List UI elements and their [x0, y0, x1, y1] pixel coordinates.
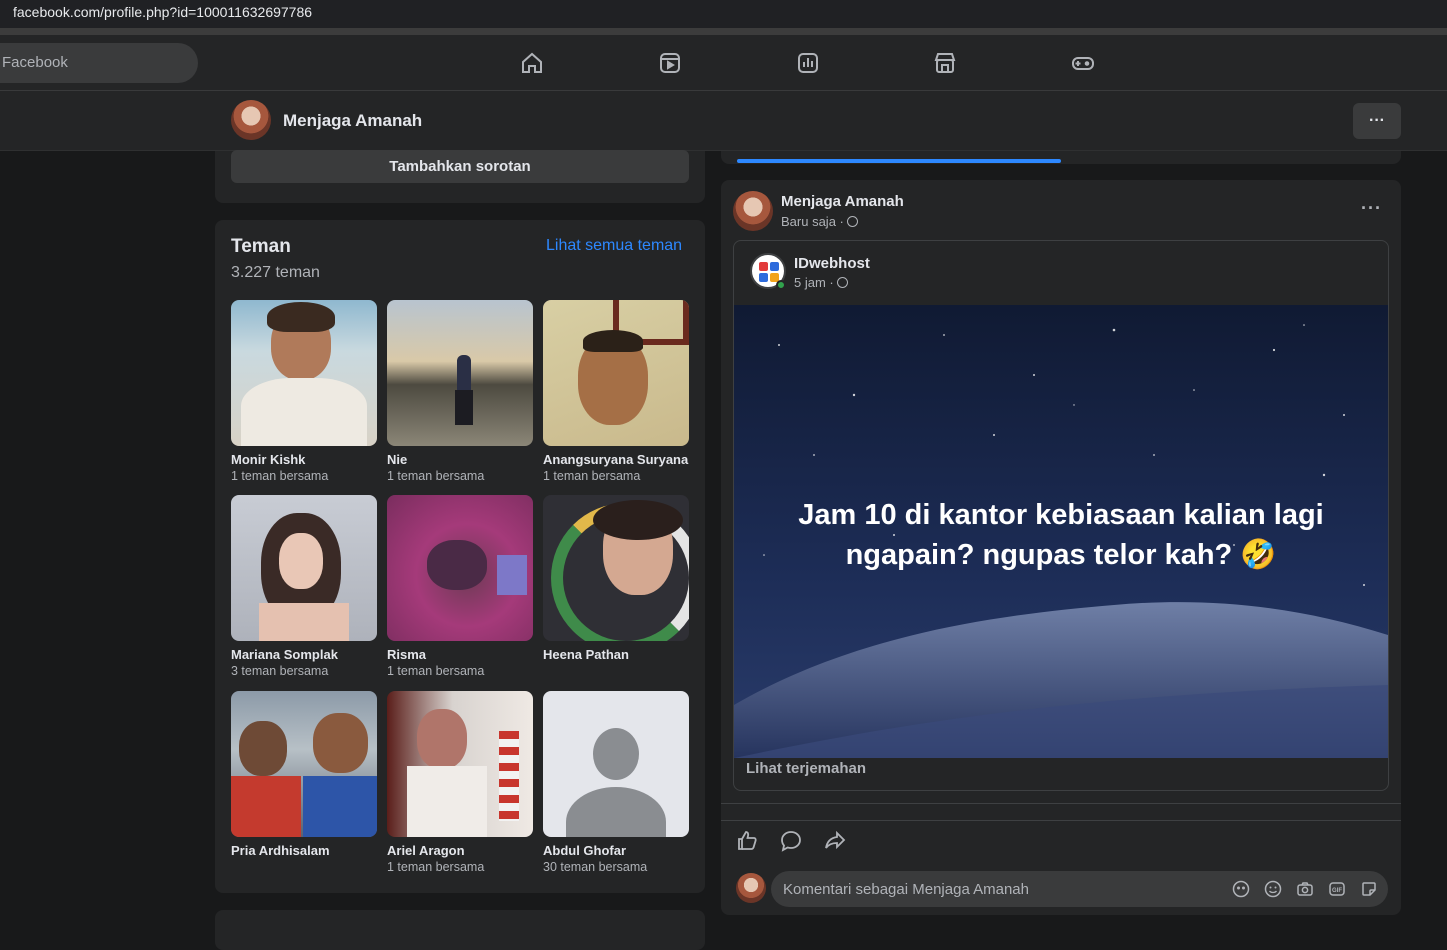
marketplace-icon[interactable]	[931, 49, 959, 77]
friend-mutual: 30 teman bersama	[543, 860, 648, 874]
shared-author-name[interactable]: IDwebhost	[794, 255, 870, 272]
post-options-icon[interactable]: ···	[1361, 198, 1382, 219]
shared-time-text[interactable]: 5 jam ·	[794, 275, 834, 290]
globe-icon	[836, 277, 848, 288]
search-placeholder: Facebook	[2, 54, 68, 71]
post-image[interactable]: Jam 10 di kantor kebiasaan kalian lagi n…	[734, 305, 1388, 758]
url-text[interactable]: facebook.com/profile.php?id=100011632697…	[13, 4, 312, 20]
post-time[interactable]: Baru saja ·	[781, 214, 858, 229]
friend-mutual: 1 teman bersama	[387, 664, 485, 678]
browser-url-bar[interactable]: facebook.com/profile.php?id=100011632697…	[0, 0, 1447, 30]
friend-tile[interactable]: Risma 1 teman bersama	[387, 495, 533, 678]
friend-mutual: 1 teman bersama	[387, 860, 485, 874]
divider	[721, 803, 1401, 804]
friend-tile[interactable]: Monir Kishk 1 teman bersama	[231, 300, 377, 483]
friend-tile[interactable]: Pria Ardhisalam	[231, 691, 377, 860]
post-time-text[interactable]: Baru saja ·	[781, 214, 844, 229]
profile-name[interactable]: Menjaga Amanah	[283, 111, 422, 131]
friend-photo[interactable]	[387, 300, 533, 446]
commenter-avatar[interactable]	[736, 873, 766, 903]
avatar-sticker-icon[interactable]	[1232, 880, 1250, 898]
more-button[interactable]: ···	[1353, 103, 1401, 139]
friend-name[interactable]: Monir Kishk	[231, 452, 377, 467]
friends-count: 3.227 teman	[231, 264, 320, 281]
see-all-friends-link[interactable]: Lihat semua teman	[546, 237, 682, 255]
friend-mutual: 3 teman bersama	[231, 664, 329, 678]
post-author-avatar[interactable]	[733, 191, 773, 231]
friends-title: Teman	[231, 236, 291, 257]
post-author-name[interactable]: Menjaga Amanah	[781, 193, 904, 210]
friend-tile[interactable]: Ariel Aragon 1 teman bersama	[387, 691, 533, 874]
friend-tile[interactable]: Heena Pathan	[543, 495, 689, 664]
gaming-icon[interactable]	[1069, 49, 1097, 77]
browser-separator	[0, 28, 1447, 35]
video-icon[interactable]	[656, 49, 684, 77]
post-image-text: Jam 10 di kantor kebiasaan kalian lagi n…	[798, 499, 1324, 571]
active-tab-indicator	[737, 159, 1061, 163]
divider	[721, 820, 1401, 821]
camera-icon[interactable]	[1296, 880, 1314, 898]
profile-sticky-bar: Menjaga Amanah ···	[0, 91, 1447, 151]
friend-photo[interactable]	[231, 300, 377, 446]
emoji-icon[interactable]	[1264, 880, 1282, 898]
friend-name[interactable]: Heena Pathan	[543, 647, 689, 662]
friend-name[interactable]: Anangsuryana Suryana	[543, 452, 689, 467]
shared-post-time[interactable]: 5 jam ·	[794, 275, 848, 290]
friend-mutual: 1 teman bersama	[231, 469, 329, 483]
friend-mutual: 1 teman bersama	[387, 469, 485, 483]
search-input[interactable]: Facebook	[0, 43, 198, 83]
like-icon[interactable]	[735, 829, 759, 853]
friend-photo[interactable]	[231, 495, 377, 641]
sticker-icon[interactable]	[1360, 880, 1378, 898]
friend-name[interactable]: Nie	[387, 452, 533, 467]
gif-icon[interactable]: GIF	[1328, 880, 1346, 898]
next-section-card	[215, 910, 705, 950]
share-icon[interactable]	[823, 829, 847, 853]
friend-photo[interactable]	[543, 691, 689, 837]
friend-photo[interactable]	[231, 691, 377, 837]
top-navigation: Facebook	[0, 35, 1447, 91]
friend-name[interactable]: Abdul Ghofar	[543, 843, 689, 858]
friend-tile[interactable]: Abdul Ghofar 30 teman bersama	[543, 691, 689, 874]
comment-input[interactable]: Komentari sebagai Menjaga Amanah GIF	[771, 871, 1388, 907]
friend-tile[interactable]: Mariana Somplak 3 teman bersama	[231, 495, 377, 678]
globe-icon	[846, 216, 858, 227]
friend-photo[interactable]	[387, 495, 533, 641]
comment-placeholder: Komentari sebagai Menjaga Amanah	[783, 881, 1029, 898]
avatar[interactable]	[231, 100, 271, 140]
friend-name[interactable]: Risma	[387, 647, 533, 662]
friend-tile[interactable]: Anangsuryana Suryana 1 teman bersama	[543, 300, 689, 483]
see-translation-link[interactable]: Lihat terjemahan	[746, 760, 866, 777]
friend-tile[interactable]: Nie 1 teman bersama	[387, 300, 533, 483]
friend-mutual: 1 teman bersama	[543, 469, 641, 483]
friend-name[interactable]: Pria Ardhisalam	[231, 843, 377, 858]
comment-icon[interactable]	[779, 829, 803, 853]
home-icon[interactable]	[518, 49, 546, 77]
friend-name[interactable]: Ariel Aragon	[387, 843, 533, 858]
online-status-dot	[776, 280, 786, 290]
svg-text:GIF: GIF	[1332, 888, 1342, 894]
friend-photo[interactable]	[543, 300, 689, 446]
add-highlight-button[interactable]: Tambahkan sorotan	[231, 150, 689, 183]
friend-photo[interactable]	[387, 691, 533, 837]
friend-name[interactable]: Mariana Somplak	[231, 647, 377, 662]
feed-chart-icon[interactable]	[794, 49, 822, 77]
friend-photo[interactable]	[543, 495, 689, 641]
